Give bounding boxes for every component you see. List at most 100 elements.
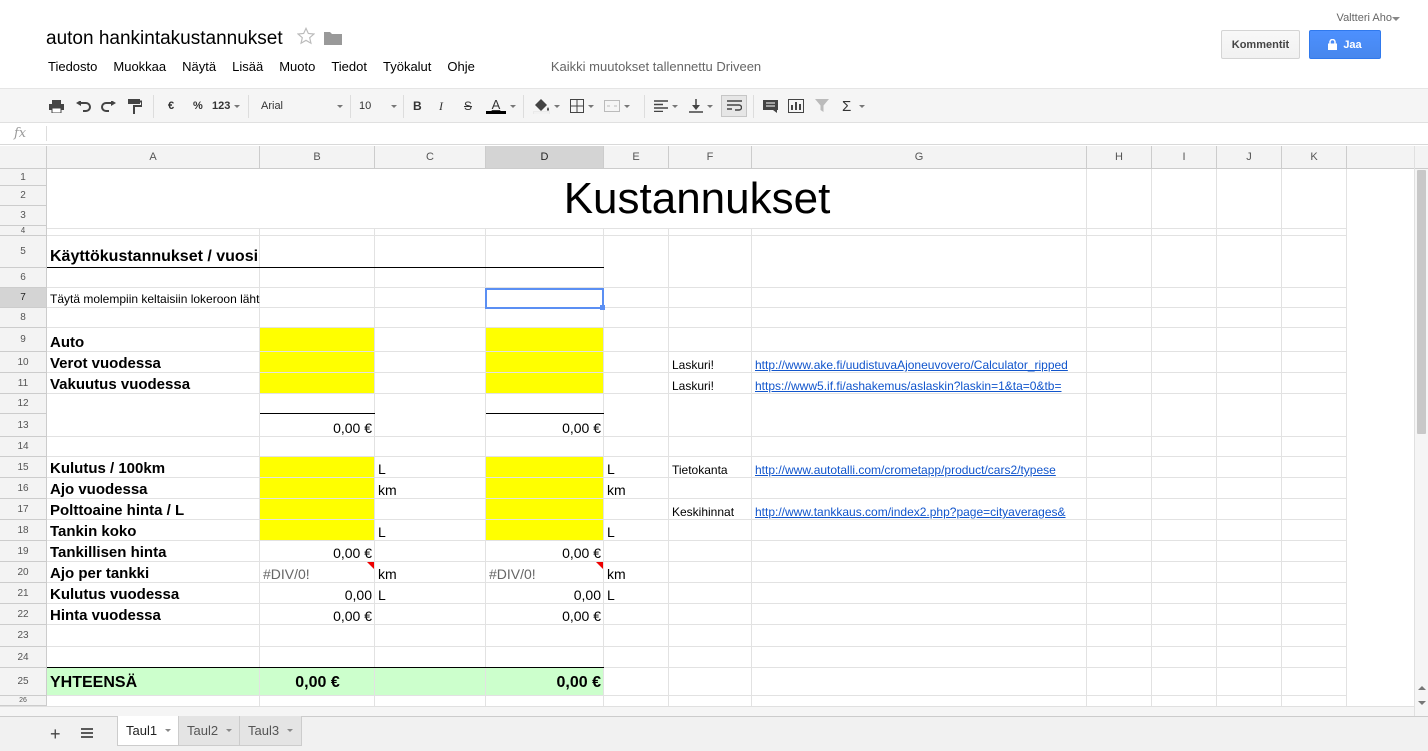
- document-title[interactable]: auton hankintakustannukset: [46, 28, 283, 50]
- caret-down-icon[interactable]: [287, 729, 294, 732]
- selected-cell-d7[interactable]: [485, 288, 604, 309]
- cell-a19[interactable]: Tankillisen hinta: [47, 541, 260, 562]
- row-header-7[interactable]: 7: [0, 288, 47, 308]
- cell-e21[interactable]: L: [604, 583, 669, 604]
- cell-a5[interactable]: Käyttökustannukset / vuosi: [47, 236, 604, 267]
- row-header-24[interactable]: 24: [0, 647, 47, 668]
- cell-c16[interactable]: km: [375, 478, 486, 499]
- menu-data[interactable]: Tiedot: [331, 59, 367, 77]
- cell-a11[interactable]: Vakuutus vuodessa: [47, 373, 260, 394]
- cell-d20[interactable]: #DIV/0!: [486, 562, 604, 583]
- user-menu-caret-icon[interactable]: [1392, 17, 1400, 21]
- scroll-down-arrow-icon[interactable]: [1418, 701, 1426, 705]
- row-header-20[interactable]: 20: [0, 562, 47, 583]
- row-header-5[interactable]: 5: [0, 236, 47, 268]
- cell-e20[interactable]: km: [604, 562, 669, 583]
- cell-a9[interactable]: Auto: [47, 328, 260, 352]
- cell-a20[interactable]: Ajo per tankki: [47, 562, 260, 583]
- sheet-tab-taul3[interactable]: Taul3: [239, 716, 303, 746]
- row-header-12[interactable]: 12: [0, 394, 47, 414]
- row-header-3[interactable]: 3: [0, 206, 47, 226]
- menu-help[interactable]: Ohje: [447, 59, 474, 77]
- currency-format-button[interactable]: €: [168, 97, 174, 115]
- font-family-dropdown[interactable]: Arial: [261, 97, 343, 115]
- cell-c15[interactable]: L: [375, 457, 486, 478]
- scroll-up-arrow-icon[interactable]: [1418, 686, 1426, 690]
- sheet-list-icon[interactable]: [80, 726, 94, 740]
- filter-button[interactable]: [815, 97, 829, 115]
- column-header-d[interactable]: D: [486, 146, 604, 169]
- fill-handle[interactable]: [600, 305, 605, 310]
- row-header-21[interactable]: 21: [0, 583, 47, 604]
- column-header-a[interactable]: A: [47, 146, 260, 169]
- share-button[interactable]: Jaa: [1309, 30, 1381, 59]
- cell-b22[interactable]: 0,00 €: [260, 604, 375, 625]
- cell-e15[interactable]: L: [604, 457, 669, 478]
- cell-d13[interactable]: 0,00 €: [486, 414, 604, 437]
- vertical-align-button[interactable]: [689, 97, 713, 115]
- row-header-16[interactable]: 16: [0, 478, 47, 499]
- cell-a21[interactable]: Kulutus vuodessa: [47, 583, 260, 604]
- cell-d25-total[interactable]: 0,00 €: [486, 668, 604, 695]
- cell-a7[interactable]: Täytä molempiin keltaisiin lokeroon läht…: [47, 288, 260, 308]
- input-cells-b15-b18[interactable]: [260, 457, 375, 541]
- column-header-b[interactable]: B: [260, 146, 375, 169]
- scrollbar-thumb[interactable]: [1417, 170, 1426, 434]
- link-ake-calculator[interactable]: http://www.ake.fi/uudistuvaAjoneuvovero/…: [752, 352, 1087, 373]
- row-header-4[interactable]: 4: [0, 226, 47, 236]
- caret-down-icon[interactable]: [226, 729, 233, 732]
- horizontal-scrollbar[interactable]: [0, 706, 1414, 716]
- row-header-6[interactable]: 6: [0, 268, 47, 288]
- percent-format-button[interactable]: %: [193, 97, 203, 115]
- number-format-dropdown[interactable]: 123: [212, 97, 241, 115]
- select-all-corner[interactable]: [0, 146, 47, 169]
- caret-down-icon[interactable]: [165, 729, 172, 732]
- save-status[interactable]: Kaikki muutokset tallennettu Driveen: [551, 59, 761, 77]
- wrap-text-button[interactable]: [721, 95, 747, 117]
- input-cells-d15-d18[interactable]: [486, 457, 604, 541]
- undo-button[interactable]: [76, 97, 91, 115]
- column-header-i[interactable]: I: [1152, 146, 1217, 169]
- cell-f15[interactable]: Tietokanta: [669, 457, 752, 478]
- font-size-dropdown[interactable]: 10: [359, 97, 397, 115]
- functions-button[interactable]: Σ: [842, 97, 866, 115]
- error-indicator-icon[interactable]: [367, 562, 374, 569]
- print-button[interactable]: [49, 97, 64, 115]
- row-header-11[interactable]: 11: [0, 373, 47, 394]
- row-header-25[interactable]: 25: [0, 668, 47, 696]
- cell-e16[interactable]: km: [604, 478, 669, 499]
- row-header-1[interactable]: 1: [0, 169, 47, 186]
- link-tankkaus[interactable]: http://www.tankkaus.com/index2.php?page=…: [752, 499, 1087, 520]
- menu-insert[interactable]: Lisää: [232, 59, 263, 77]
- merge-cells-button[interactable]: [604, 97, 630, 115]
- paint-format-button[interactable]: [128, 97, 142, 115]
- cell-e18[interactable]: L: [604, 520, 669, 541]
- cell-a22[interactable]: Hinta vuodessa: [47, 604, 260, 625]
- row-header-22[interactable]: 22: [0, 604, 47, 625]
- row-header-23[interactable]: 23: [0, 625, 47, 647]
- row-header-9[interactable]: 9: [0, 328, 47, 352]
- menu-format[interactable]: Muoto: [279, 59, 315, 77]
- menu-edit[interactable]: Muokkaa: [113, 59, 166, 77]
- horizontal-align-button[interactable]: [654, 97, 678, 115]
- column-header-e[interactable]: E: [604, 146, 669, 169]
- cell-a18[interactable]: Tankin koko: [47, 520, 260, 541]
- link-autotalli[interactable]: http://www.autotalli.com/crometapp/produ…: [752, 457, 1087, 478]
- column-header-g[interactable]: G: [752, 146, 1087, 169]
- row-header-2[interactable]: 2: [0, 186, 47, 206]
- menu-view[interactable]: Näytä: [182, 59, 216, 77]
- vertical-scrollbar[interactable]: [1414, 146, 1428, 716]
- menu-tools[interactable]: Työkalut: [383, 59, 431, 77]
- row-header-26[interactable]: 26: [0, 696, 47, 706]
- sheet-title[interactable]: Kustannukset: [47, 169, 1347, 228]
- row-header-10[interactable]: 10: [0, 352, 47, 373]
- cell-d19[interactable]: 0,00 €: [486, 541, 604, 562]
- cell-f11[interactable]: Laskuri!: [669, 373, 752, 394]
- column-header-f[interactable]: F: [669, 146, 752, 169]
- star-icon[interactable]: [297, 27, 315, 45]
- folder-icon[interactable]: [324, 31, 342, 45]
- cell-b21[interactable]: 0,00: [260, 583, 375, 604]
- column-header-h[interactable]: H: [1087, 146, 1152, 169]
- link-if-insurance[interactable]: https://www5.if.fi/ashakemus/aslaskin?la…: [752, 373, 1087, 394]
- row-header-17[interactable]: 17: [0, 499, 47, 520]
